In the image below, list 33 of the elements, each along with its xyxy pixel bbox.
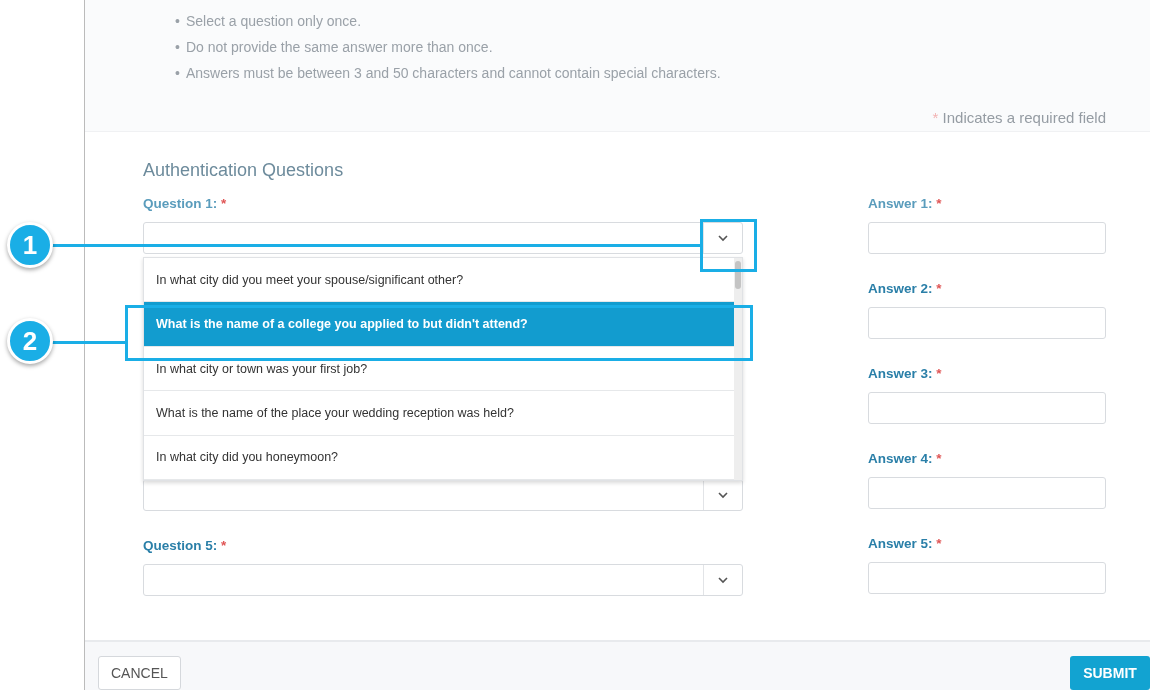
field-label: Answer 4: * xyxy=(868,450,943,468)
field-label: Question 1: * xyxy=(143,195,228,213)
field-label: Answer 5: * xyxy=(868,535,943,553)
instruction-text: Answers must be between 3 and 50 characters and cannot contain special characters. xyxy=(185,64,721,83)
field-label: Answer 3: * xyxy=(868,365,943,383)
required-note: * Indicates a required field xyxy=(931,108,1106,128)
bullet-mark: • xyxy=(175,38,180,57)
section-title: Authentication Questions xyxy=(143,159,345,182)
instruction-text: Select a question only once. xyxy=(185,12,362,31)
bullet-mark: • xyxy=(175,64,180,83)
cancel-button[interactable]: CANCEL xyxy=(98,656,181,690)
answer-field[interactable] xyxy=(868,562,1106,594)
field-label: Answer 1: * xyxy=(868,195,943,213)
field-label: Answer 2: * xyxy=(868,280,943,298)
answer-field[interactable] xyxy=(868,477,1106,509)
dropdown-option[interactable]: In what city or town was your first job? xyxy=(144,346,734,392)
answer-field[interactable] xyxy=(868,222,1106,254)
instruction-text: Do not provide the same answer more than once. xyxy=(185,38,493,57)
callout-badge: 2 xyxy=(7,318,53,364)
bullet-mark: • xyxy=(175,12,180,31)
answer-field[interactable] xyxy=(868,307,1106,339)
scrollbar[interactable] xyxy=(734,258,742,480)
answer-field[interactable] xyxy=(868,392,1106,424)
chevron-down-icon xyxy=(718,234,728,242)
dropdown-option[interactable]: What is the name of the place your wedding reception was held? xyxy=(144,391,734,436)
callout-badge: 1 xyxy=(7,222,53,268)
question-select[interactable] xyxy=(143,564,743,596)
chevron-down-icon xyxy=(718,576,728,584)
question-select[interactable] xyxy=(143,479,743,511)
field-label: Question 5: * xyxy=(143,537,228,555)
dropdown-option[interactable]: In what city did you honeymoon? xyxy=(144,435,734,481)
chevron-down-icon xyxy=(718,491,728,499)
highlight-frame xyxy=(700,219,757,272)
